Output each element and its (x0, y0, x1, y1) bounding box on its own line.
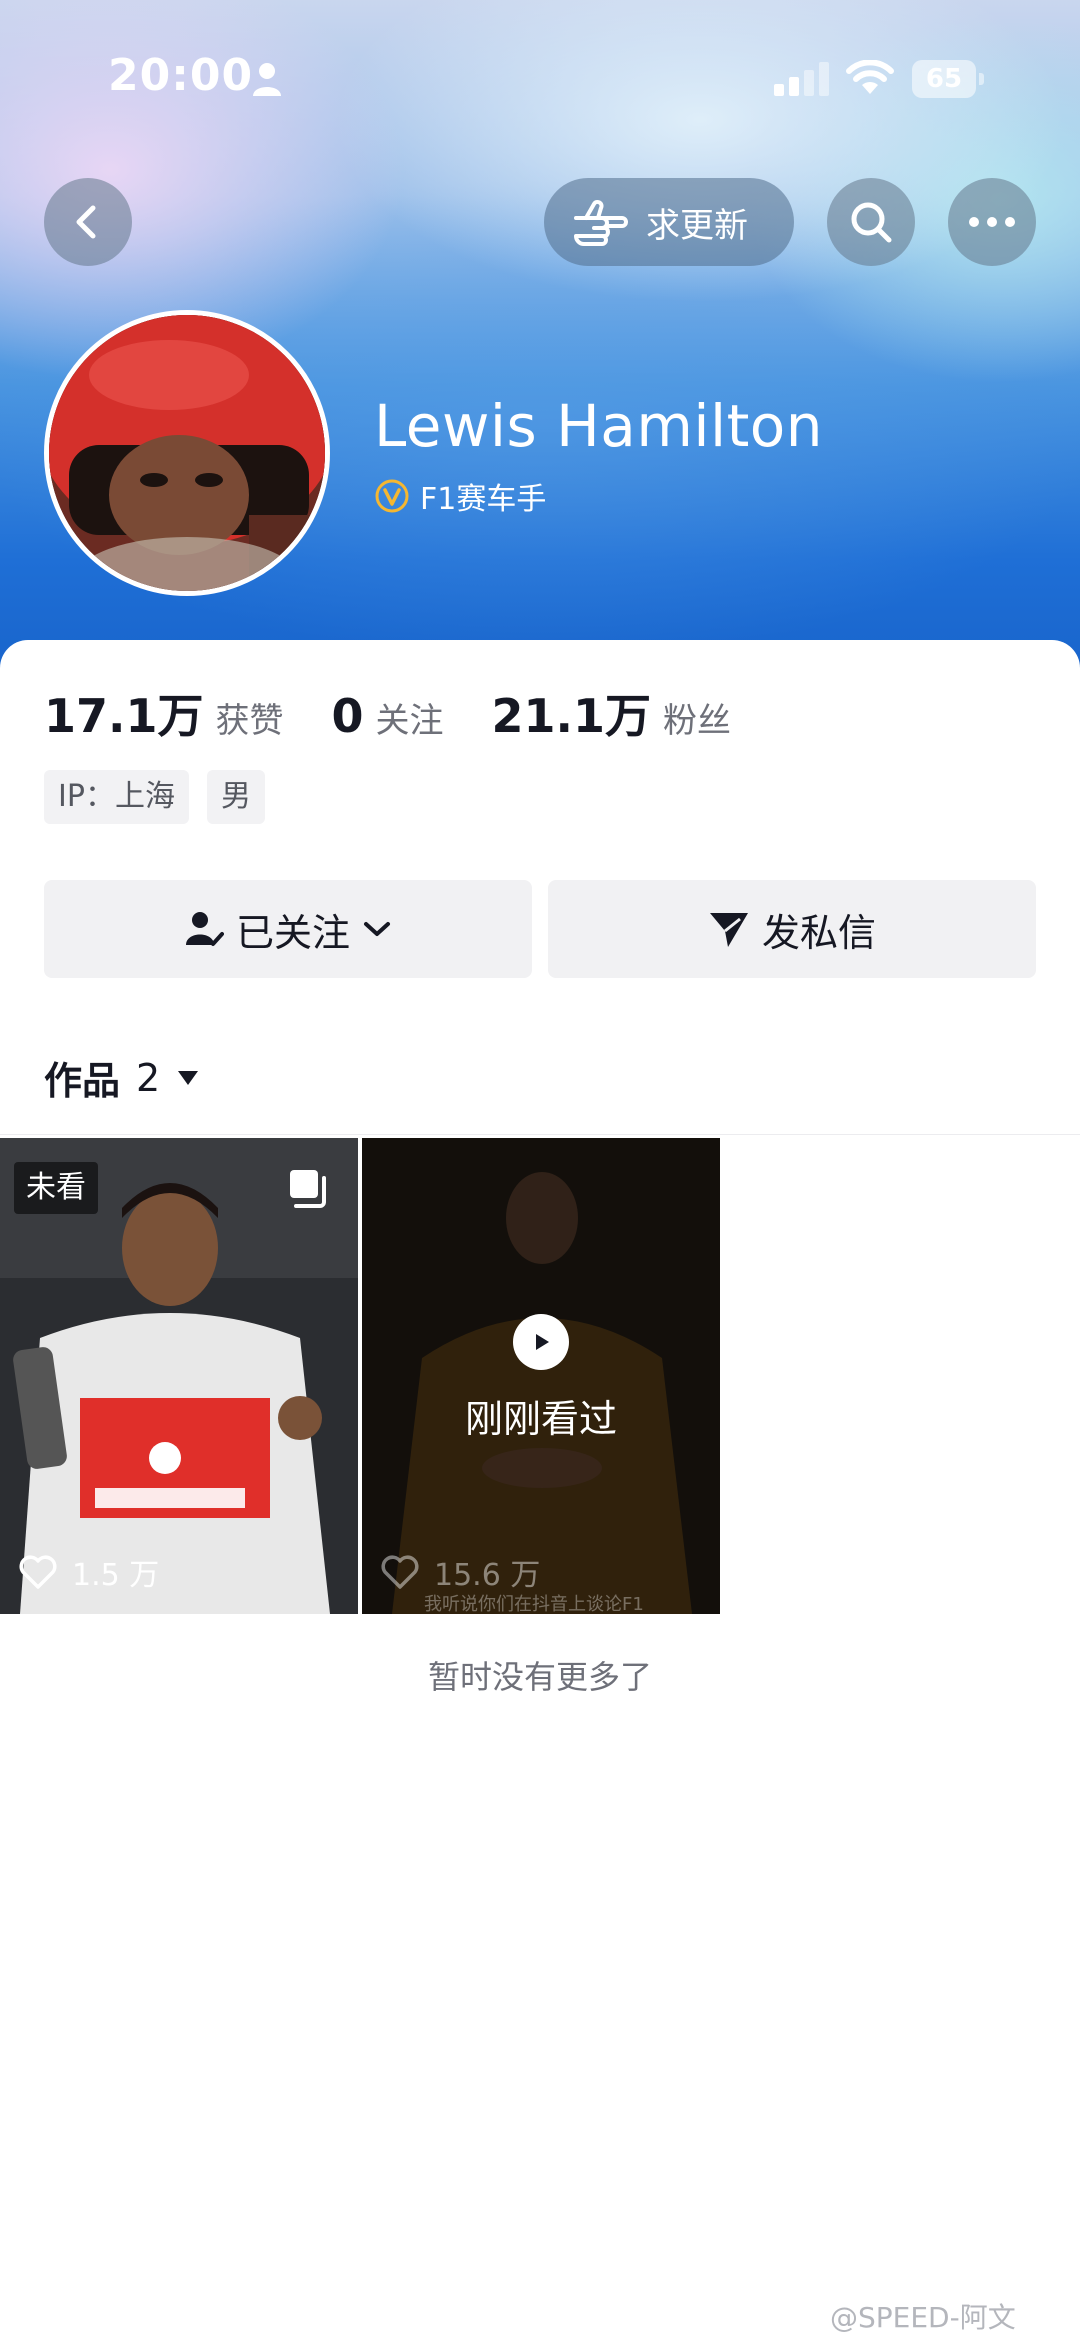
followed-button[interactable]: 已关注 (44, 880, 532, 978)
video-likes: 15.6 万 (380, 1550, 540, 1594)
verified-badge-icon (375, 479, 409, 513)
image-set-icon (290, 1170, 326, 1208)
works-title: 作品 (44, 1059, 121, 1103)
heart-icon (381, 1555, 419, 1589)
avatar[interactable] (44, 310, 330, 596)
just-watched-indicator: 刚刚看过 (362, 1314, 720, 1443)
avatar-helmet-image (49, 315, 325, 591)
chevron-left-icon (76, 205, 96, 239)
battery-indicator: 65 (912, 60, 984, 98)
search-icon (851, 202, 892, 243)
video-likes-count: 15.6 万 (434, 1558, 541, 1593)
ip-location-tag: IP：上海 (44, 770, 189, 824)
wifi-icon (846, 60, 894, 94)
video-tile[interactable]: 未看 1.5 万 (0, 1138, 358, 1614)
chevron-down-icon (364, 922, 390, 936)
works-count: 2 (136, 1055, 161, 1100)
stats-row: 17.1万 获赞 0 关注 21.1万 粉丝 (44, 680, 779, 746)
followed-label: 已关注 (235, 910, 350, 955)
profile-name: Lewis Hamilton (374, 392, 824, 460)
battery-tip (979, 73, 984, 85)
followers-count[interactable]: 21.1万 (492, 680, 652, 746)
video-caption: 我听说你们在抖音上谈论F1 (424, 1594, 644, 1614)
no-more-content-label: 暂时没有更多了 (427, 1658, 652, 1696)
pointing-hand-icon (574, 200, 628, 246)
likes-label[interactable]: 获赞 (216, 693, 284, 742)
following-label[interactable]: 关注 (376, 693, 444, 742)
verification-row: F1赛车手 (374, 474, 546, 518)
works-divider (0, 1134, 1080, 1135)
send-icon (709, 913, 748, 947)
person-icon (253, 63, 281, 96)
back-button[interactable] (44, 178, 132, 266)
battery-level: 65 (912, 60, 976, 98)
send-message-button[interactable]: 发私信 (548, 880, 1036, 978)
heart-icon (19, 1555, 57, 1589)
search-button[interactable] (827, 178, 915, 266)
user-check-icon (185, 912, 224, 946)
unwatched-badge: 未看 (14, 1162, 98, 1214)
followers-label[interactable]: 粉丝 (663, 693, 731, 742)
more-dots-icon (969, 217, 1015, 227)
send-message-label: 发私信 (761, 910, 876, 955)
play-icon (513, 1314, 569, 1370)
video-likes: 1.5 万 (18, 1550, 159, 1594)
request-update-button[interactable]: 求更新 (544, 178, 794, 266)
works-tab[interactable]: 作品 2 (44, 1050, 200, 1105)
following-count[interactable]: 0 (332, 689, 364, 743)
status-time: 20:00 (108, 50, 254, 101)
verification-label: F1赛车手 (420, 482, 547, 517)
video-tile[interactable]: 刚刚看过 15.6 万 我听说你们在抖音上谈论F1 (362, 1138, 720, 1614)
gender-tag: 男 (206, 770, 265, 824)
video-likes-count: 1.5 万 (72, 1558, 160, 1593)
profile-tags: IP：上海 男 (44, 770, 265, 824)
profile-page: 20:00 65 求更新 Lewis Hamilton F1赛车手 17.1万 … (0, 0, 1080, 2342)
likes-count[interactable]: 17.1万 (44, 680, 204, 746)
watermark: @SPEED-阿文 (830, 2301, 1016, 2334)
caret-down-icon (178, 1070, 199, 1085)
more-options-button[interactable] (948, 178, 1036, 266)
just-watched-label: 刚刚看过 (464, 1397, 617, 1441)
request-update-label: 求更新 (646, 205, 748, 246)
cellular-signal-icon (774, 62, 829, 96)
